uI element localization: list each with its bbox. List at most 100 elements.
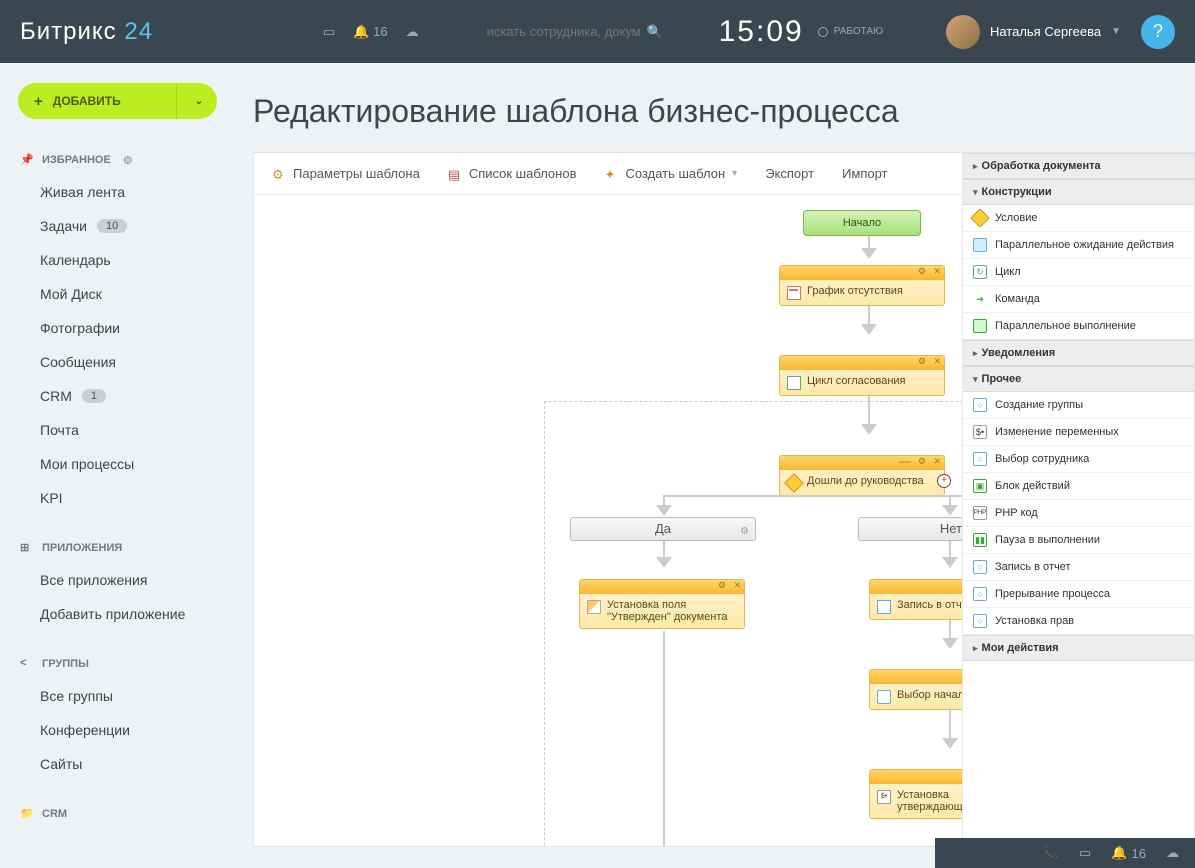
pal-pause[interactable]: ▮▮Пауза в выполнении [963, 527, 1194, 554]
search-input[interactable] [487, 24, 647, 39]
sidebar-item-addapp[interactable]: Добавить приложение [0, 597, 235, 631]
settings-icon: ⚙ [272, 167, 286, 181]
chat-icon[interactable]: ▭ [1079, 845, 1091, 861]
node-report[interactable]: Запись в отчет [869, 579, 962, 620]
user-menu[interactable]: Наталья Сергеева ▼ [946, 15, 1121, 49]
toolbar: ⚙Параметры шаблона ▤Список шаблонов ✦Соз… [254, 153, 962, 195]
pin-icon: 📌 [20, 153, 34, 167]
node-setfield[interactable]: Установка поля "Утвержден" документа [579, 579, 745, 629]
node-setapprover[interactable]: $•Установка утверждающего [869, 769, 962, 819]
header-icons: ▭ 🔔 16 ☁ [323, 24, 419, 40]
user-icon [877, 690, 891, 704]
pal-command[interactable]: ➔Команда [963, 286, 1194, 313]
branch-yes[interactable]: Да [570, 517, 756, 541]
sidebar-item-mail[interactable]: Почта [0, 413, 235, 447]
palette-group-my[interactable]: Мои действия [963, 635, 1194, 661]
sidebar-item-allapps[interactable]: Все приложения [0, 563, 235, 597]
chat-icon[interactable]: ▭ [323, 24, 335, 40]
tb-create[interactable]: ✦Создать шаблон ▾ [604, 166, 737, 181]
palette-group-other[interactable]: Прочее [963, 366, 1194, 392]
new-icon: ✦ [604, 167, 618, 181]
add-branch-button[interactable]: + [937, 474, 951, 488]
bottom-bar: 📞 ▭ 🔔 16 ☁ [935, 838, 1195, 868]
pal-select-user[interactable]: ○Выбор сотрудника [963, 446, 1194, 473]
cloud-icon[interactable]: ☁ [406, 24, 419, 40]
palette-group-notif[interactable]: Уведомления [963, 340, 1194, 366]
sidebar-item-disk[interactable]: Мой Диск [0, 277, 235, 311]
work-status[interactable]: РАБОТАЮ [818, 26, 883, 37]
rights-icon: ○ [973, 614, 987, 628]
pal-action-block[interactable]: ▣Блок действий [963, 473, 1194, 500]
top-bar: Битрикс 24 ▭ 🔔 16 ☁ 🔍 15:09 РАБОТАЮ Ната… [0, 0, 1195, 63]
flow-canvas[interactable]: Начало График отсутствия Цикл согласован… [254, 195, 962, 846]
report-icon: ○ [973, 560, 987, 574]
parallel-icon [973, 319, 987, 333]
gear-icon[interactable]: ⚙ [123, 154, 133, 167]
section-crm: 📁 CRM [0, 799, 235, 829]
avatar [946, 15, 980, 49]
sidebar-item-photos[interactable]: Фотографии [0, 311, 235, 345]
wait-icon [973, 238, 987, 252]
sidebar-item-crm[interactable]: CRM1 [0, 379, 235, 413]
pal-rights[interactable]: ○Установка прав [963, 608, 1194, 635]
pal-parallel-exec[interactable]: Параллельное выполнение [963, 313, 1194, 340]
badge: 1 [82, 389, 106, 403]
share-icon: < [20, 657, 34, 671]
tb-import[interactable]: Импорт [842, 166, 887, 181]
logo[interactable]: Битрикс 24 [20, 18, 153, 46]
sidebar-item-calendar[interactable]: Календарь [0, 243, 235, 277]
sidebar-item-sites[interactable]: Сайты [0, 747, 235, 781]
node-schedule[interactable]: График отсутствия [779, 265, 945, 306]
tb-params[interactable]: ⚙Параметры шаблона [272, 166, 420, 181]
search-box[interactable]: 🔍 [479, 20, 679, 44]
badge: 10 [97, 219, 127, 233]
sidebar-item-conf[interactable]: Конференции [0, 713, 235, 747]
arrow-icon: ➔ [973, 292, 987, 306]
sidebar-item-kpi[interactable]: KPI [0, 481, 235, 515]
pause-icon: ▮▮ [973, 533, 987, 547]
add-button[interactable]: ДОБАВИТЬ ⌄ [18, 83, 217, 119]
pal-create-group[interactable]: ○Создание группы [963, 392, 1194, 419]
tb-export[interactable]: Экспорт [765, 166, 814, 181]
sidebar-item-messages[interactable]: Сообщения [0, 345, 235, 379]
help-button[interactable]: ? [1141, 15, 1175, 49]
diamond-icon [970, 208, 990, 228]
pal-report[interactable]: ○Запись в отчет [963, 554, 1194, 581]
pal-stop[interactable]: ○Прерывание процесса [963, 581, 1194, 608]
phone-icon[interactable]: 📞 [1043, 845, 1059, 861]
apps-icon: ⊞ [20, 541, 34, 555]
list-icon: ▤ [448, 167, 462, 181]
pal-cycle[interactable]: ↻Цикл [963, 259, 1194, 286]
var-icon: $• [973, 425, 987, 439]
cloud-icon[interactable]: ☁ [1166, 845, 1179, 861]
sidebar-item-tasks[interactable]: Задачи10 [0, 209, 235, 243]
bell-icon[interactable]: 🔔 16 [1111, 845, 1146, 861]
pal-parallel-wait[interactable]: Параллельное ожидание действия [963, 232, 1194, 259]
key-icon: $• [877, 790, 891, 804]
user-icon: ○ [973, 452, 987, 466]
branch-no[interactable]: Нет [858, 517, 962, 541]
node-cycle[interactable]: Цикл согласования [779, 355, 945, 396]
folder-icon: 📁 [20, 807, 34, 821]
cycle-icon: ↻ [973, 265, 987, 279]
node-start[interactable]: Начало [803, 210, 921, 236]
sidebar: ДОБАВИТЬ ⌄ 📌 ИЗБРАННОЕ ⚙ Живая лента Зад… [0, 63, 235, 868]
node-condition[interactable]: — Дошли до руководства + [779, 455, 945, 496]
bell-icon[interactable]: 🔔 16 [353, 24, 387, 40]
workspace: ⚙Параметры шаблона ▤Список шаблонов ✦Соз… [253, 152, 1195, 847]
palette-group-doc[interactable]: Обработка документа [963, 153, 1194, 179]
pal-condition[interactable]: Условие [963, 205, 1194, 232]
pal-php[interactable]: PHPPHP код [963, 500, 1194, 527]
group-icon: ○ [973, 398, 987, 412]
tb-list[interactable]: ▤Список шаблонов [448, 166, 577, 181]
search-icon[interactable]: 🔍 [647, 24, 663, 40]
page-title: Редактирование шаблона бизнес-процесса [253, 93, 1195, 130]
diamond-icon [784, 473, 804, 493]
sidebar-item-processes[interactable]: Мои процессы [0, 447, 235, 481]
node-selectboss[interactable]: Выбор начальника [869, 669, 962, 710]
sidebar-item-feed[interactable]: Живая лента [0, 175, 235, 209]
sidebar-item-allgroups[interactable]: Все группы [0, 679, 235, 713]
palette-group-constructs[interactable]: Конструкции [963, 179, 1194, 205]
chevron-down-icon: ▼ [1111, 26, 1121, 37]
pal-change-vars[interactable]: $•Изменение переменных [963, 419, 1194, 446]
